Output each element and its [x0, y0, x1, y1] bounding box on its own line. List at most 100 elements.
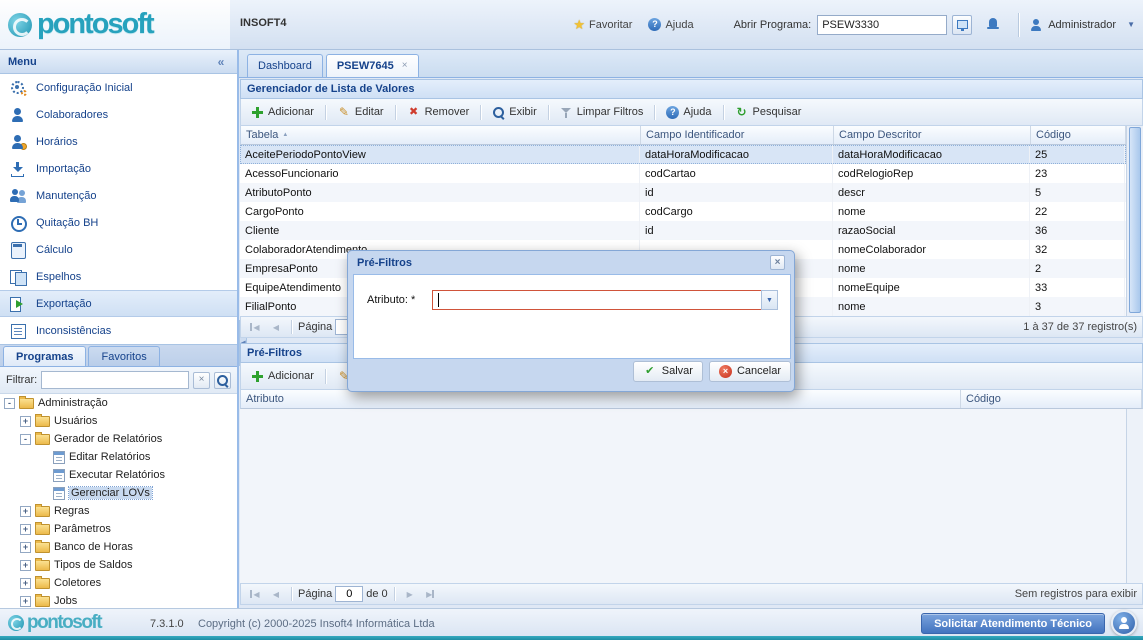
table-row[interactable]: AtributoPontoiddescr5 — [240, 183, 1126, 202]
edit-button[interactable]: ✎Editar — [331, 102, 390, 122]
expander-icon[interactable]: + — [20, 560, 31, 571]
expander-icon[interactable]: + — [20, 578, 31, 589]
tree-node-coletores[interactable]: +Coletores — [0, 574, 237, 592]
collapse-sidebar-icon[interactable]: « — [213, 55, 229, 69]
expander-icon[interactable]: + — [20, 506, 31, 517]
sidebar-item-horarios[interactable]: Horários — [0, 128, 237, 155]
combobox-trigger-icon[interactable]: ▼ — [761, 290, 778, 310]
remove-button[interactable]: ✖Remover — [401, 102, 476, 122]
tree-node-tipos-de-saldos[interactable]: +Tipos de Saldos — [0, 556, 237, 574]
cancel-button[interactable]: ×Cancelar — [709, 361, 791, 382]
tree-node-jobs[interactable]: +Jobs — [0, 592, 237, 608]
logo-text: pontosoft — [37, 8, 153, 41]
dialog-header[interactable]: Pré-Filtros × — [348, 251, 794, 274]
cell-codigo: 2 — [1030, 259, 1125, 278]
tree-node-gerenciar-lovs[interactable]: Gerenciar LOVs — [0, 484, 237, 502]
vertical-scrollbar[interactable] — [1126, 126, 1143, 316]
filter-input[interactable] — [41, 371, 189, 389]
user-menu[interactable]: Administrador ▼ — [1029, 18, 1135, 32]
next-page-button[interactable]: ▶ — [401, 585, 419, 603]
user-clock-icon — [10, 134, 27, 150]
tab-dashboard[interactable]: Dashboard — [247, 54, 323, 77]
column-header-campo-descritor[interactable]: Campo Descritor — [834, 126, 1031, 144]
column-header-tabela[interactable]: Tabela▲ — [241, 126, 641, 144]
table-row[interactable]: CargoPontocodCargonome22 — [240, 202, 1126, 221]
help-button[interactable]: ?Ajuda — [660, 103, 717, 122]
first-page-button[interactable]: ◀ — [246, 585, 264, 603]
attribute-input[interactable] — [432, 290, 761, 310]
tree-node-parametros[interactable]: +Parâmetros — [0, 520, 237, 538]
table-row[interactable]: ClienteidrazaoSocial36 — [240, 221, 1126, 240]
page-number-input[interactable] — [335, 586, 363, 602]
tree-node-gerador-de-relatorios[interactable]: -Gerador de Relatórios — [0, 430, 237, 448]
add-button[interactable]: Adicionar — [245, 103, 320, 122]
prev-page-button[interactable]: ◀ — [267, 318, 285, 336]
app-name: INSOFT4 — [240, 17, 286, 29]
open-program-input[interactable] — [817, 15, 947, 35]
support-badge-icon[interactable] — [1111, 610, 1137, 636]
prev-page-button[interactable]: ◀ — [267, 585, 285, 603]
expander-icon[interactable]: + — [20, 524, 31, 535]
close-tab-icon[interactable]: × — [402, 61, 408, 71]
column-header-campo-identificador[interactable]: Campo Identificador — [641, 126, 834, 144]
scrollbar-thumb[interactable] — [1129, 127, 1141, 313]
sidebar-item-manutencao[interactable]: Manutenção — [0, 182, 237, 209]
clear-filter-icon[interactable]: × — [193, 372, 210, 389]
panel-title: Pré-Filtros — [247, 347, 302, 359]
tab-programas[interactable]: Programas — [3, 346, 86, 366]
sidebar-item-label: Espelhos — [36, 271, 81, 283]
magnifier-icon — [492, 106, 505, 119]
sidebar-item-label: Exportação — [36, 298, 92, 310]
sidebar-item-configuracao-inicial[interactable]: Configuração Inicial — [0, 74, 237, 101]
tree-node-editar-relatorios[interactable]: Editar Relatórios — [0, 448, 237, 466]
table-row[interactable]: AceitePeriodoPontoViewdataHoraModificaca… — [240, 145, 1126, 164]
view-button[interactable]: Exibir — [486, 103, 543, 122]
tree-node-label: Executar Relatórios — [69, 469, 165, 481]
search-button[interactable]: ↻Pesquisar — [729, 102, 808, 122]
sidebar-item-exportacao[interactable]: Exportação — [0, 290, 237, 317]
tree-node-usuarios[interactable]: + Usuários — [0, 412, 237, 430]
add-icon — [251, 106, 264, 119]
sidebar-item-espelhos[interactable]: Espelhos — [0, 263, 237, 290]
tab-favoritos[interactable]: Favoritos — [88, 346, 159, 366]
sidebar-item-importacao[interactable]: Importação — [0, 155, 237, 182]
column-header-codigo[interactable]: Código — [1031, 126, 1126, 144]
support-button[interactable]: Solicitar Atendimento Técnico — [921, 613, 1105, 634]
topbar-actions: ★ Favoritar ? Ajuda Abrir Programa: Admi… — [573, 0, 1135, 49]
expander-icon[interactable]: - — [4, 398, 15, 409]
tree-node-administracao[interactable]: -Administração — [0, 394, 237, 412]
tree-node-label: Usuários — [54, 415, 97, 427]
last-page-button[interactable]: ▶ — [422, 585, 440, 603]
button-label: Limpar Filtros — [577, 106, 644, 118]
sidebar-item-inconsistencias[interactable]: Inconsistências — [0, 317, 237, 344]
tree-node-executar-relatorios[interactable]: Executar Relatórios — [0, 466, 237, 484]
expander-icon[interactable]: - — [20, 434, 31, 445]
column-header-atributo[interactable]: Atributo — [241, 390, 961, 408]
table-row[interactable]: AcessoFuncionariocodCartaocodRelogioRep2… — [240, 164, 1126, 183]
first-page-button[interactable]: ◀ — [246, 318, 264, 336]
column-header-codigo[interactable]: Código — [961, 390, 1142, 408]
vertical-scrollbar-track[interactable] — [1126, 409, 1143, 583]
add-button[interactable]: Adicionar — [245, 367, 320, 386]
cell-descritor: razaoSocial — [833, 221, 1030, 240]
notifications-bell-icon[interactable] — [986, 17, 1000, 32]
search-filter-button[interactable] — [214, 372, 231, 389]
cell-descritor: dataHoraModificacao — [833, 145, 1030, 164]
tree-node-regras[interactable]: +Regras — [0, 502, 237, 520]
tab-psew7645[interactable]: PSEW7645× — [326, 54, 419, 77]
tree-node-banco-de-horas[interactable]: +Banco de Horas — [0, 538, 237, 556]
sidebar-item-calculo[interactable]: Cálculo — [0, 236, 237, 263]
save-button[interactable]: ✔Salvar — [633, 361, 703, 382]
program-tree: -Administração + Usuários -Gerador de Rel… — [0, 394, 237, 608]
open-program-go-button[interactable] — [952, 15, 972, 35]
expander-icon[interactable]: + — [20, 416, 31, 427]
close-dialog-icon[interactable]: × — [770, 255, 785, 270]
sidebar-item-quitacao-bh[interactable]: Quitação BH — [0, 209, 237, 236]
favorite-button[interactable]: ★ Favoritar — [573, 17, 632, 33]
clear-filters-button[interactable]: Limpar Filtros — [554, 103, 650, 122]
expander-icon[interactable]: + — [20, 596, 31, 607]
help-button[interactable]: ? Ajuda — [648, 18, 693, 31]
button-label: Adicionar — [268, 106, 314, 118]
expander-icon[interactable]: + — [20, 542, 31, 553]
sidebar-item-colaboradores[interactable]: Colaboradores — [0, 101, 237, 128]
